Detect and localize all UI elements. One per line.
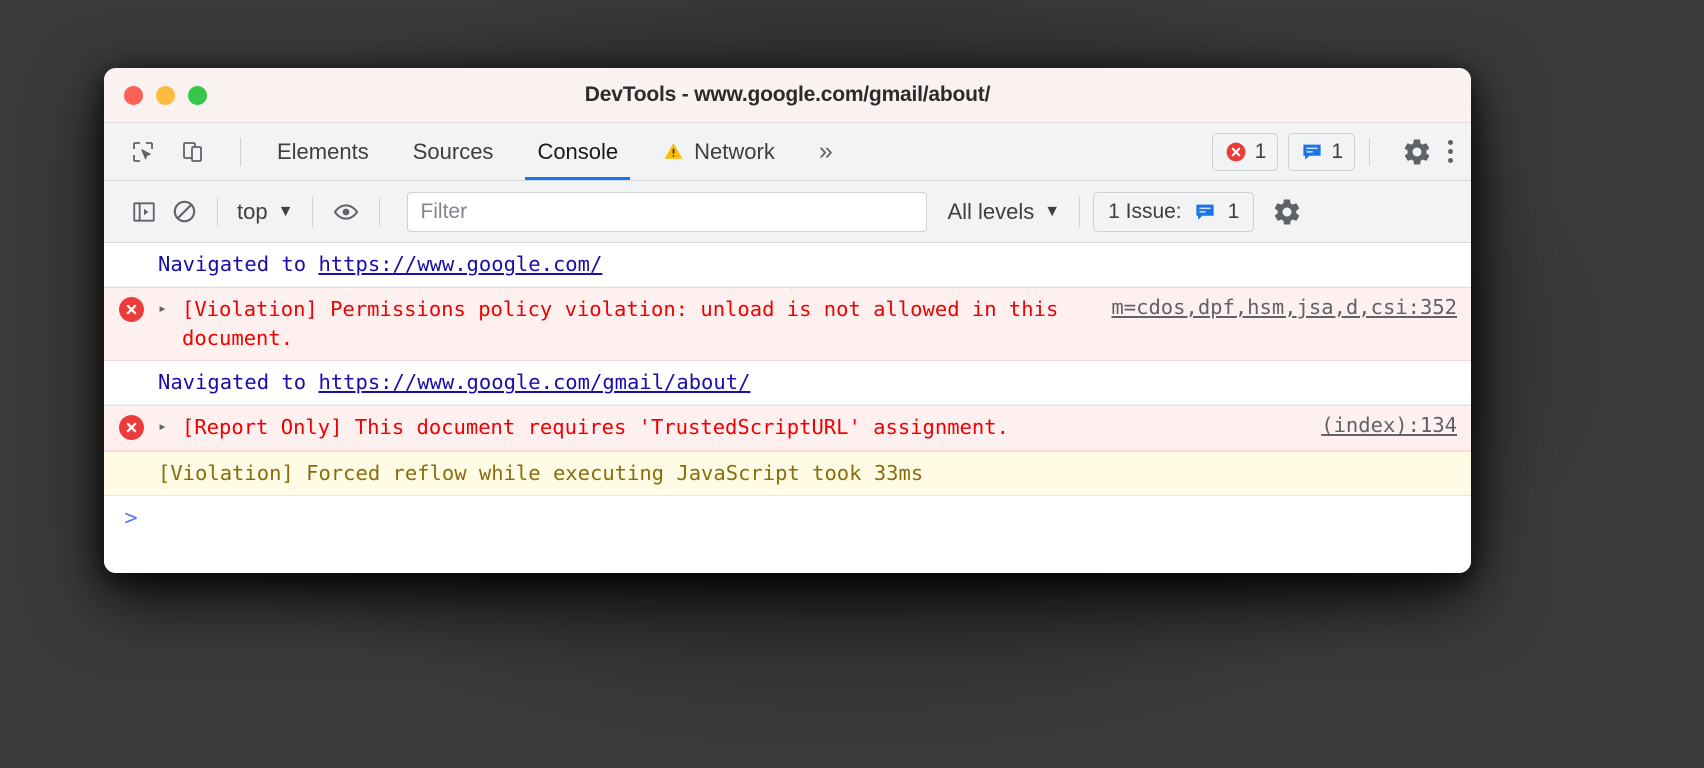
- gear-icon[interactable]: [1402, 137, 1432, 167]
- error-count-value: 1: [1254, 139, 1267, 163]
- window-titlebar: DevTools - www.google.com/gmail/about/: [104, 68, 1471, 123]
- tab-console-label: Console: [537, 138, 619, 164]
- inspect-cursor-icon[interactable]: [126, 135, 160, 169]
- console-source-link[interactable]: (index):134: [1321, 413, 1457, 437]
- tab-sources[interactable]: Sources: [391, 123, 516, 180]
- navigated-prefix: Navigated to: [158, 370, 319, 395]
- toolbar-divider-4: [1079, 196, 1081, 227]
- console-message-text: [Report Only] This document requires 'Tr…: [182, 415, 1009, 440]
- chevron-down-icon: ▼: [277, 202, 294, 220]
- execution-context-label: top: [237, 198, 268, 224]
- console-row-navigated-2[interactable]: Navigated to https://www.google.com/gmai…: [104, 361, 1471, 406]
- console-sidebar-icon[interactable]: [124, 192, 164, 232]
- clear-console-icon[interactable]: [164, 192, 204, 232]
- issue-message-icon: [1193, 200, 1217, 224]
- navigated-link[interactable]: https://www.google.com/: [318, 252, 602, 276]
- console-settings-gear-icon[interactable]: [1272, 197, 1302, 227]
- more-tabs-button[interactable]: »: [797, 123, 855, 180]
- issues-button[interactable]: 1 Issue: 1: [1093, 191, 1255, 232]
- row-gutter: [104, 413, 158, 441]
- issue-count-badge[interactable]: 1: [1288, 132, 1355, 171]
- issue-count-value: 1: [1331, 139, 1343, 163]
- row-gutter: [104, 368, 158, 370]
- kebab-menu-icon[interactable]: [1448, 140, 1453, 163]
- chevron-down-icon: ▼: [1044, 202, 1061, 220]
- issue-message-icon: [1300, 140, 1324, 164]
- devtools-tabbar: Elements Sources Console Network » 1 1: [104, 123, 1471, 181]
- warning-triangle-icon: [662, 140, 685, 163]
- maximize-window-button[interactable]: [188, 85, 207, 105]
- toolbar-divider-3: [379, 196, 381, 227]
- kebab-dot: [1448, 140, 1453, 145]
- device-toolbar-icon[interactable]: [176, 135, 210, 169]
- tab-elements[interactable]: Elements: [255, 123, 391, 180]
- prompt-chevron-icon: >: [124, 505, 138, 531]
- tab-network[interactable]: Network: [640, 123, 797, 180]
- live-expression-eye-icon[interactable]: [326, 192, 366, 232]
- error-count-badge[interactable]: 1: [1211, 132, 1279, 171]
- row-gutter: [104, 295, 158, 323]
- tab-console[interactable]: Console: [515, 123, 640, 180]
- minimize-window-button[interactable]: [156, 85, 175, 105]
- console-message-text: [Violation] Permissions policy violation…: [182, 297, 1059, 351]
- row-gutter: [104, 250, 158, 252]
- console-toolbar: top ▼ All levels ▼ 1 Issue:: [104, 181, 1471, 243]
- filter-input[interactable]: [420, 199, 915, 224]
- console-prompt-row[interactable]: >: [104, 495, 1471, 541]
- close-window-button[interactable]: [124, 85, 143, 105]
- panel-tabs: Elements Sources Console Network »: [255, 123, 855, 180]
- window-title: DevTools - www.google.com/gmail/about/: [584, 83, 991, 106]
- tab-network-label: Network: [694, 138, 775, 164]
- execution-context-select[interactable]: top ▼: [231, 199, 299, 225]
- console-message-text: [Violation] Forced reflow while executin…: [158, 460, 924, 485]
- console-row-forced-reflow[interactable]: [Violation] Forced reflow while executin…: [104, 450, 1471, 496]
- traffic-lights: [124, 85, 207, 105]
- error-circle-icon: [118, 297, 144, 323]
- expand-triangle-icon[interactable]: ▸: [158, 295, 178, 317]
- more-tabs-label: »: [818, 137, 833, 165]
- tab-elements-label: Elements: [277, 138, 369, 164]
- console-message-text: Navigated to https://www.google.com/: [158, 250, 1457, 279]
- error-circle-icon: [1224, 140, 1248, 164]
- console-output[interactable]: Navigated to https://www.google.com/ ▸ […: [104, 243, 1471, 573]
- tabbar-divider: [240, 137, 241, 166]
- log-levels-select[interactable]: All levels ▼: [941, 199, 1066, 225]
- console-row-permissions-violation[interactable]: ▸ [Violation] Permissions policy violati…: [104, 287, 1471, 362]
- error-circle-icon: [118, 415, 144, 441]
- kebab-dot: [1448, 149, 1453, 154]
- toolbar-divider-2: [312, 196, 314, 227]
- row-gutter: [104, 459, 158, 461]
- navigated-link[interactable]: https://www.google.com/gmail/about/: [318, 370, 750, 394]
- console-source-link[interactable]: m=cdos,dpf,hsm,jsa,d,csi:352: [1111, 295, 1457, 319]
- log-levels-label: All levels: [947, 198, 1035, 224]
- kebab-dot: [1448, 158, 1453, 163]
- issues-label: 1 Issue:: [1108, 199, 1182, 223]
- navigated-prefix: Navigated to: [158, 252, 319, 276]
- console-row-report-only[interactable]: ▸ [Report Only] This document requires '…: [104, 405, 1471, 451]
- expand-triangle-icon[interactable]: ▸: [158, 413, 178, 435]
- console-message-text: Navigated to https://www.google.com/gmai…: [158, 368, 1457, 397]
- issues-count: 1: [1227, 199, 1240, 223]
- toolbar-divider: [217, 196, 218, 227]
- console-row-navigated-1[interactable]: Navigated to https://www.google.com/: [104, 243, 1471, 288]
- tab-sources-label: Sources: [412, 138, 494, 164]
- devtools-window: DevTools - www.google.com/gmail/about/ E…: [104, 68, 1471, 573]
- filter-input-wrapper[interactable]: [407, 191, 928, 232]
- tabbar-divider-right: [1369, 137, 1370, 166]
